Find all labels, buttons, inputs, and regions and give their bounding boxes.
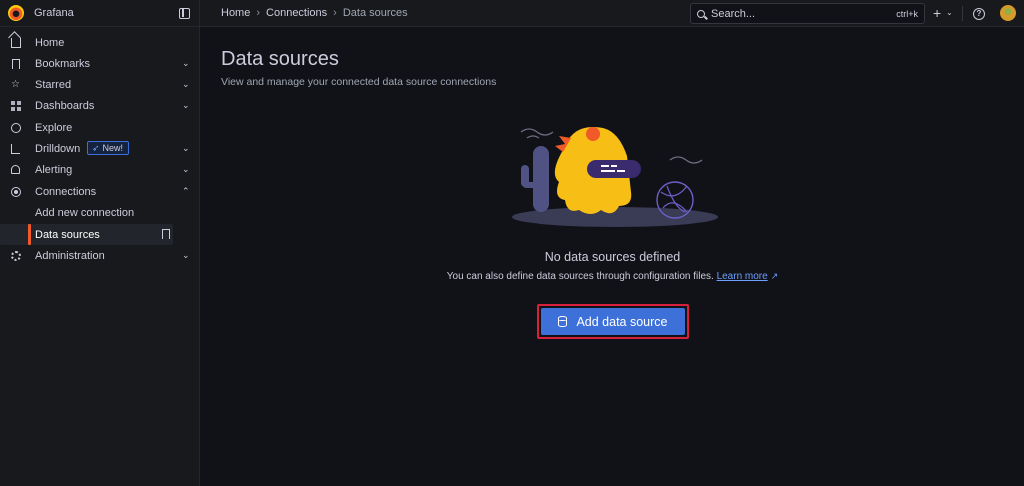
sidebar-item-alerting[interactable]: Alerting ⌄ — [0, 159, 199, 180]
chevron-up-icon[interactable]: ⌃ — [182, 186, 190, 197]
home-icon — [10, 37, 21, 48]
sidebar-item-explore[interactable]: Explore — [0, 117, 199, 138]
star-icon: ☆ — [11, 79, 20, 90]
sidebar-item-label: Connections — [35, 185, 97, 198]
connections-icon — [10, 186, 21, 197]
top-bar: Grafana Home › Connections › Data source… — [0, 0, 1024, 27]
learn-more-link[interactable]: Learn more — [717, 271, 768, 282]
database-icon — [557, 316, 568, 327]
highlight-box: Add data source — [537, 304, 689, 339]
chevron-down-icon[interactable]: ⌄ — [182, 164, 190, 175]
chevron-right-icon: › — [333, 7, 337, 19]
grafana-logo-icon[interactable] — [8, 5, 24, 21]
new-badge: ➶ New! — [87, 141, 130, 155]
chevron-down-icon[interactable]: ⌄ — [182, 143, 190, 154]
breadcrumb-connections[interactable]: Connections — [266, 7, 327, 19]
dashboards-icon — [10, 100, 21, 111]
bookmark-icon[interactable] — [162, 229, 170, 239]
sidebar-item-label: Data sources — [35, 228, 100, 241]
sidebar-item-connections[interactable]: Connections ⌃ — [0, 181, 199, 202]
page-title: Data sources — [221, 48, 339, 70]
dock-menu-icon[interactable] — [179, 7, 190, 19]
breadcrumb: Home › Connections › Data sources — [200, 7, 408, 19]
sidebar-item-bookmarks[interactable]: Bookmarks ⌄ — [0, 53, 199, 74]
external-link-icon[interactable]: ↗ — [771, 271, 779, 281]
empty-state-description: You can also define data sources through… — [446, 271, 714, 282]
chevron-down-icon[interactable]: ⌄ — [182, 100, 190, 111]
sidebar-item-starred[interactable]: ☆ Starred ⌄ — [0, 74, 199, 95]
bell-icon — [10, 164, 21, 175]
search-input[interactable]: Search... ctrl+k — [690, 3, 925, 24]
sidebar-item-label: Drilldown — [35, 142, 81, 155]
add-data-source-label: Add data source — [576, 314, 668, 329]
empty-state-illustration — [512, 126, 718, 227]
sidebar-item-data-sources[interactable]: Data sources — [0, 224, 173, 245]
empty-state-title: No data sources defined — [544, 250, 681, 264]
sidebar-item-label: Add new connection — [35, 206, 135, 219]
sidebar-item-label: Starred — [35, 78, 72, 91]
sidebar-item-label: Home — [35, 36, 65, 49]
new-badge-label: New! — [102, 143, 124, 153]
empty-state-text: You can also define data sources through… — [0, 271, 1024, 282]
sidebar-item-label: Alerting — [35, 163, 73, 176]
chevron-right-icon: › — [256, 7, 261, 19]
breadcrumb-current: Data sources — [342, 7, 408, 19]
divider — [962, 6, 963, 21]
page-subtitle: View and manage your connected data sour… — [221, 76, 497, 88]
sidebar-item-home[interactable]: Home — [0, 32, 199, 53]
add-data-source-button[interactable]: Add data source — [541, 308, 685, 335]
chevron-down-icon[interactable]: ⌄ — [946, 8, 953, 17]
help-icon[interactable]: ? — [973, 8, 985, 20]
app-name: Grafana — [34, 7, 74, 19]
brand: Grafana — [0, 0, 200, 27]
search-icon — [697, 9, 705, 18]
drilldown-icon — [10, 143, 21, 154]
chevron-down-icon[interactable]: ⌄ — [182, 58, 190, 69]
sidebar-item-drilldown[interactable]: Drilldown ➶ New! ⌄ — [0, 138, 199, 159]
plus-icon[interactable]: + — [933, 5, 941, 21]
avatar[interactable] — [1000, 5, 1016, 21]
compass-icon — [10, 122, 21, 133]
rocket-icon: ➶ — [92, 143, 100, 153]
sidebar-item-add-new-connection[interactable]: Add new connection — [0, 202, 199, 223]
search-placeholder: Search... — [711, 7, 756, 20]
breadcrumb-home[interactable]: Home — [221, 7, 250, 19]
sidebar-item-label: Explore — [35, 121, 73, 134]
sidebar-item-label: Bookmarks — [35, 57, 91, 70]
search-shortcut: ctrl+k — [896, 8, 918, 19]
sidebar-item-dashboards[interactable]: Dashboards ⌄ — [0, 95, 199, 116]
bookmark-icon — [10, 58, 21, 69]
sidebar-item-label: Dashboards — [35, 99, 95, 112]
chevron-down-icon[interactable]: ⌄ — [182, 79, 190, 90]
